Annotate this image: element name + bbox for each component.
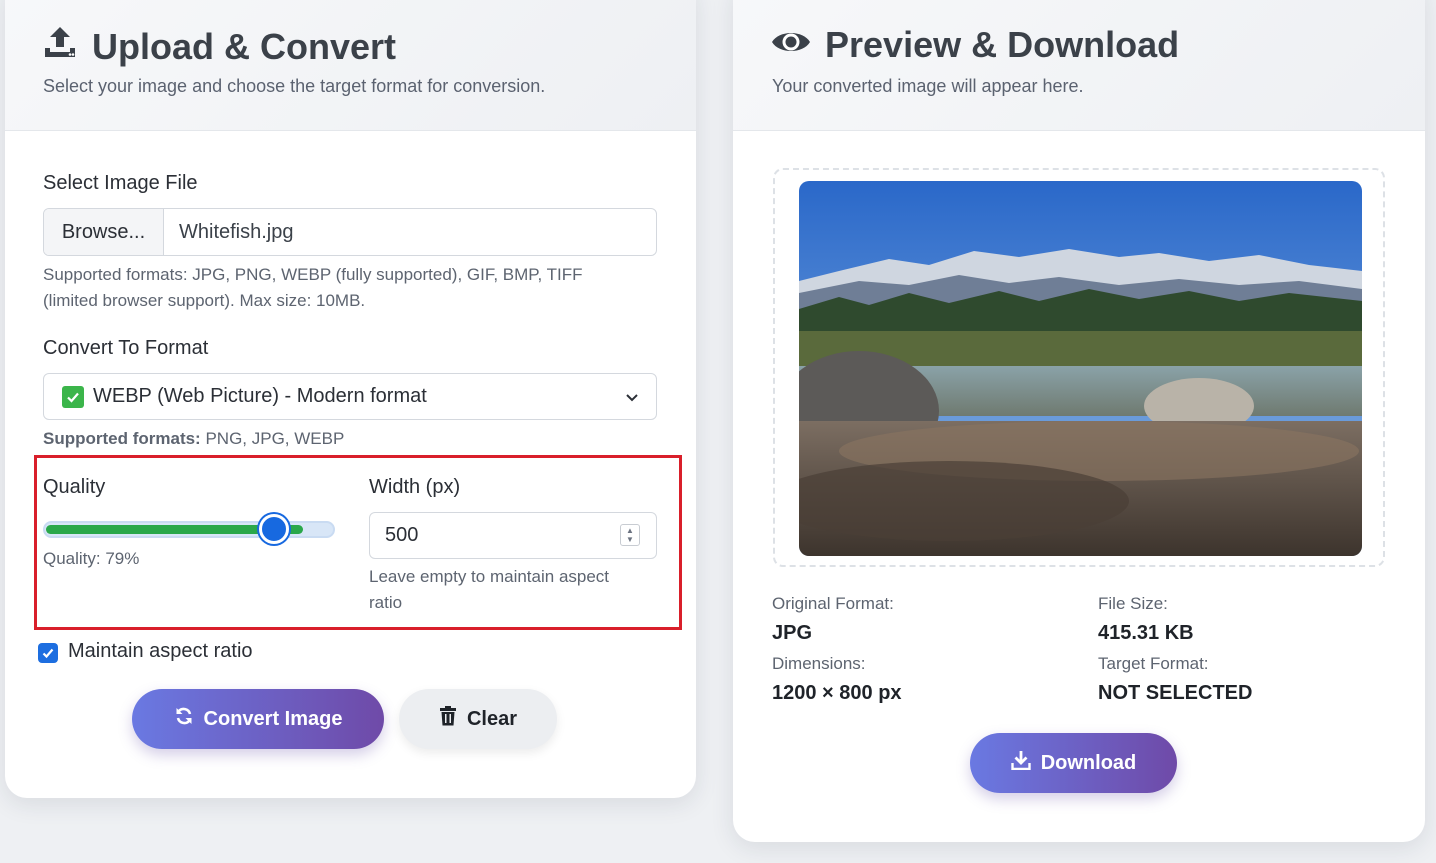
preview-image [799,181,1362,556]
preview-download-card: Preview & Download Your converted image … [733,0,1425,842]
file-input[interactable]: Browse... Whitefish.jpg [43,208,657,256]
preview-card-header: Preview & Download Your converted image … [733,0,1425,131]
spinner-up-icon[interactable]: ▲ [626,526,634,535]
upload-icon [42,24,78,69]
width-input[interactable]: 500 ▲ ▼ [369,512,657,559]
width-input-value: 500 [385,524,419,546]
file-help-text: Supported formats: JPG, PNG, WEBP (fully… [43,265,583,310]
file-size-value: 415.31 KB [1098,622,1194,644]
convert-image-button[interactable]: Convert Image [132,689,384,749]
width-label: Width (px) [369,476,461,498]
upload-card-subtitle: Select your image and choose the target … [43,76,546,96]
aspect-ratio-label[interactable]: Maintain aspect ratio [68,640,253,663]
download-button[interactable]: Download [970,733,1177,793]
original-format-label: Original Format: [772,594,894,613]
number-spinner[interactable]: ▲ ▼ [620,524,640,546]
quality-label: Quality [43,476,106,498]
upload-convert-card: Upload & Convert Select your image and c… [5,0,696,798]
file-label: Select Image File [43,172,198,194]
preview-card-title: Preview & Download [771,24,1179,66]
file-name: Whitefish.jpg [179,220,294,243]
dimensions-label: Dimensions: [772,654,866,673]
dimensions-value: 1200 × 800 px [772,682,902,704]
upload-card-title: Upload & Convert [42,24,396,69]
slider-thumb[interactable] [258,514,289,544]
quality-slider[interactable] [43,514,335,544]
eye-icon [771,24,811,66]
format-help-text: Supported formats: PNG, JPG, WEBP [43,429,345,448]
checkbox-check-icon [42,648,54,659]
format-select[interactable]: WEBP (Web Picture) - Modern format [43,373,657,420]
width-help-text: Leave empty to maintain aspect ratio [369,567,610,612]
download-icon [1011,750,1031,776]
quality-value-text: Quality: 79% [43,549,140,568]
spinner-down-icon[interactable]: ▼ [626,535,634,544]
sync-icon [174,706,194,732]
target-format-label: Target Format: [1098,654,1209,673]
file-size-label: File Size: [1098,594,1168,613]
original-format-value: JPG [772,622,813,644]
preview-frame [773,168,1385,567]
aspect-ratio-checkbox[interactable] [38,643,58,663]
format-selected-value: WEBP (Web Picture) - Modern format [93,385,427,407]
chevron-down-icon [624,388,640,411]
clear-button[interactable]: Clear [399,689,557,749]
target-format-value: NOT SELECTED [1098,682,1253,704]
format-label: Convert To Format [43,337,209,359]
preview-card-subtitle: Your converted image will appear here. [772,76,1084,96]
trash-icon [439,706,457,732]
check-mark-icon [62,385,84,408]
browse-button[interactable]: Browse... [44,209,164,255]
upload-card-header: Upload & Convert Select your image and c… [5,0,696,131]
